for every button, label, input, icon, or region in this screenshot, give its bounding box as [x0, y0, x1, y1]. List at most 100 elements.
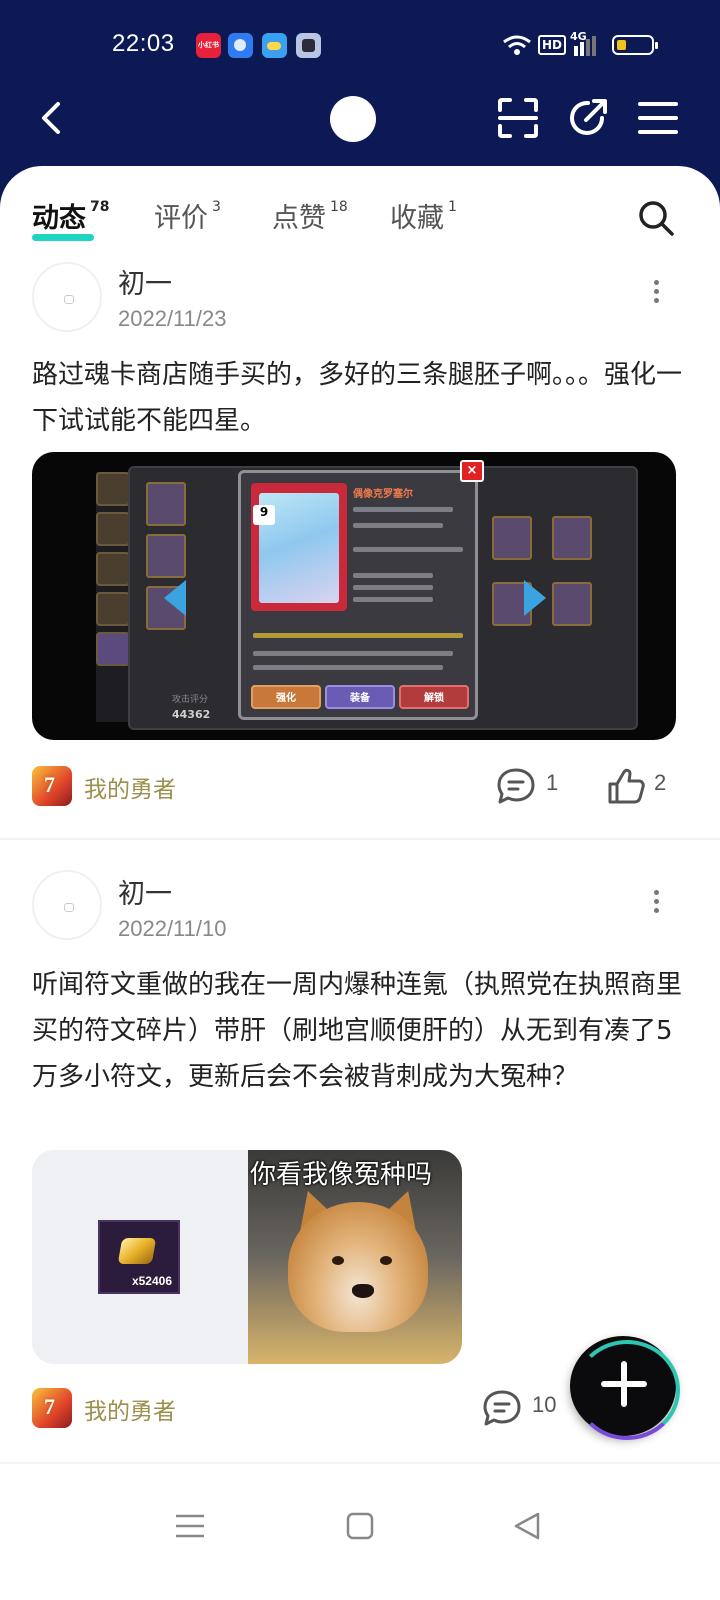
game-card-thumb [146, 482, 186, 526]
post-image-rune[interactable]: x52406 [32, 1150, 248, 1364]
arrow-right-icon [524, 580, 546, 616]
tab-favorites[interactable]: 收藏 1 [390, 196, 457, 235]
arrow-left-icon [164, 580, 186, 616]
game-stat-line [253, 633, 463, 638]
comment-icon[interactable] [480, 1388, 524, 1428]
search-icon[interactable] [636, 198, 676, 238]
dog-nose [352, 1284, 374, 1298]
comment-icon[interactable] [494, 766, 538, 806]
game-tag[interactable]: 我的勇者 [84, 1392, 176, 1426]
hd-badge: HD [538, 35, 567, 55]
game-card: 9 [251, 483, 347, 611]
post-date: 2022/11/23 [118, 306, 227, 331]
game-stat-line [353, 523, 443, 528]
game-card-thumb [552, 582, 592, 626]
more-options-icon[interactable] [648, 886, 664, 926]
post-text[interactable]: 听闻符文重做的我在一周内爆种连氪（执照党在执照商里买的符文碎片）带肝（刷地宫顺便… [32, 962, 682, 1100]
tab-count: 78 [90, 199, 110, 215]
dog-eye [332, 1256, 344, 1265]
rune-gem-icon [117, 1238, 157, 1264]
game-stat-line [353, 573, 433, 578]
like-count: 2 [654, 770, 667, 795]
game-menu-slot [96, 472, 130, 506]
meme-caption: 你看我像冤种吗 [250, 1160, 433, 1190]
thumbs-up-icon[interactable] [606, 766, 646, 806]
chevron-left-icon[interactable] [32, 96, 76, 140]
game-tag[interactable]: 我的勇者 [84, 770, 176, 804]
signal-icon [574, 36, 596, 56]
close-icon: × [460, 460, 484, 482]
game-stat-line [353, 585, 433, 590]
post-divider [0, 838, 720, 840]
menu-icon[interactable] [172, 1508, 208, 1544]
game-app-icon[interactable]: 7 [32, 1388, 72, 1428]
post-username[interactable]: 初一 [118, 872, 172, 911]
hamburger-icon[interactable] [636, 96, 680, 140]
tab-count: 18 [330, 199, 348, 215]
game-card-level: 9 [253, 505, 275, 525]
header-avatar[interactable] [330, 96, 376, 142]
post-footer: 7 我的勇者 1 2 [0, 764, 720, 808]
tab-label: 收藏 [390, 203, 444, 234]
user-avatar[interactable] [32, 262, 102, 332]
game-card-thumb [146, 534, 186, 578]
tab-bar: 动态 78 评价 3 点赞 18 收藏 1 [0, 186, 720, 246]
battery-icon [612, 35, 658, 55]
game-button: 强化 [251, 685, 321, 709]
cat-app-icon [296, 33, 321, 58]
game-card-title: 偶像克罗塞尔 [353, 489, 413, 500]
game-menu-slot [96, 552, 130, 586]
plus-icon [601, 1361, 647, 1407]
tab-reviews[interactable]: 评价 3 [154, 196, 221, 235]
share-icon[interactable] [566, 96, 610, 140]
game-card-thumb [552, 516, 592, 560]
post-image-grid: x52406 你看我像冤种吗 [32, 1150, 462, 1364]
create-post-button[interactable] [570, 1336, 680, 1440]
post-image-meme[interactable]: 你看我像冤种吗 [248, 1150, 462, 1364]
game-button: 装备 [325, 685, 395, 709]
active-tab-indicator [32, 234, 94, 241]
tab-label: 动态 [32, 203, 86, 234]
browser-icon [228, 33, 253, 58]
weather-icon [262, 33, 287, 58]
home-icon[interactable] [342, 1508, 378, 1544]
comment-count: 1 [546, 770, 559, 795]
tab-count: 1 [448, 199, 457, 215]
tab-count: 3 [212, 199, 221, 215]
xiaohongshu-icon: 小红书 [196, 33, 221, 58]
post-text[interactable]: 路过魂卡商店随手买的，多好的三条腿胚子啊。。。强化一下试试能不能四星。 [32, 352, 682, 444]
game-card-detail: 9 偶像克罗塞尔 强化 装备 解锁 [238, 470, 478, 720]
tab-likes[interactable]: 点赞 18 [272, 196, 348, 235]
status-time: 22:03 [112, 30, 175, 57]
tab-label: 评价 [154, 203, 208, 234]
scan-icon[interactable] [496, 96, 540, 140]
game-menu-slot [96, 632, 130, 666]
game-menu-slot [96, 512, 130, 546]
game-stat-line [353, 507, 453, 512]
rune-count: x52406 [131, 1274, 172, 1288]
more-options-icon[interactable] [648, 276, 664, 316]
comment-count: 10 [532, 1392, 557, 1417]
dog-eye [380, 1256, 392, 1265]
game-card-thumb [492, 516, 532, 560]
wifi-icon [503, 35, 531, 55]
system-navigation-bar [0, 1464, 720, 1600]
game-score: 44362 [172, 708, 211, 721]
game-app-icon[interactable]: 7 [32, 766, 72, 806]
game-menu-slot [96, 592, 130, 626]
back-icon[interactable] [510, 1508, 546, 1544]
user-avatar[interactable] [32, 870, 102, 940]
tab-moments[interactable]: 动态 78 [32, 196, 109, 235]
post-username[interactable]: 初一 [118, 262, 172, 301]
shiba-dog-face [288, 1202, 428, 1332]
game-stat-line [253, 665, 443, 670]
status-bar: 22:03 小红书 HD 4G [0, 0, 720, 92]
rune-item: x52406 [98, 1220, 180, 1294]
post-image-game-screenshot[interactable]: 攻击评分 44362 9 偶像克罗塞尔 强化 装备 解锁 × [32, 452, 676, 740]
game-score-label: 攻击评分 [172, 695, 209, 705]
tab-label: 点赞 [272, 203, 326, 234]
game-stat-line [353, 547, 463, 552]
post-date: 2022/11/10 [118, 916, 227, 941]
game-stat-line [353, 597, 433, 602]
game-stat-line [253, 651, 453, 656]
